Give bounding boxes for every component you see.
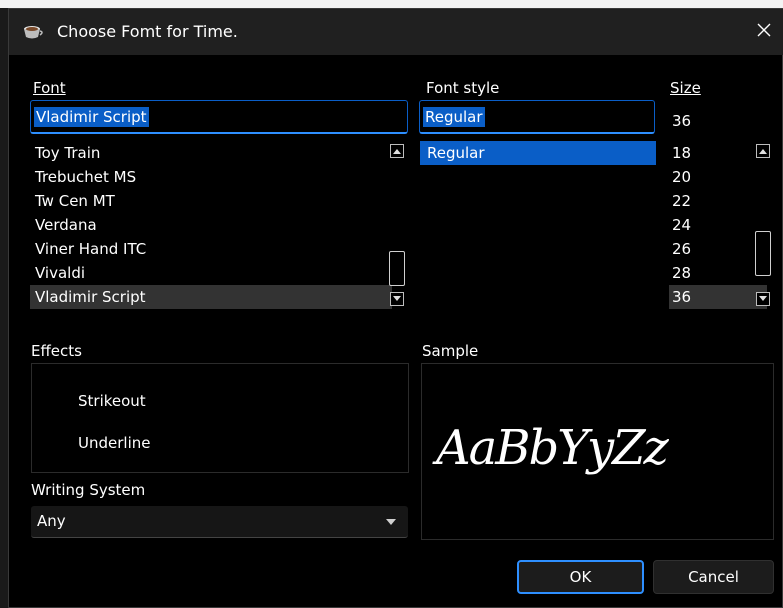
list-item[interactable]: Verdana <box>30 213 380 237</box>
sample-label: Sample <box>422 342 479 360</box>
chevron-up-icon <box>393 149 401 154</box>
chevron-up-icon <box>759 149 767 154</box>
font-style-list[interactable]: Regular <box>420 141 656 317</box>
title-bar: Choose Fomt for Time. <box>9 9 783 55</box>
size-input[interactable]: 36 <box>672 112 691 130</box>
cancel-button[interactable]: Cancel <box>653 560 774 594</box>
chevron-down-icon <box>386 519 396 525</box>
sample-preview-box: AaBbYyZz <box>421 363 774 540</box>
list-item[interactable]: 20 <box>669 165 749 189</box>
size-label: Size <box>670 79 701 97</box>
font-scroll-up-button[interactable] <box>390 144 404 158</box>
font-style-input[interactable]: Regular <box>419 100 655 134</box>
writing-system-value: Any <box>37 512 66 530</box>
font-scroll-down-button[interactable] <box>390 292 404 306</box>
writing-system-label: Writing System <box>31 481 146 499</box>
chevron-down-icon <box>393 296 401 301</box>
font-scroll-thumb[interactable] <box>389 251 405 286</box>
close-button[interactable] <box>744 9 783 55</box>
list-item[interactable]: Tw Cen MT <box>30 189 380 213</box>
writing-system-dropdown[interactable]: Any <box>31 506 408 538</box>
sample-text: AaBbYyZz <box>436 420 669 476</box>
effects-groupbox: Strikeout Underline <box>31 363 409 473</box>
font-style-label: Font style <box>426 79 500 97</box>
font-label: Font <box>33 79 66 97</box>
list-item-selected[interactable]: Regular <box>420 141 656 165</box>
dialog-title: Choose Fomt for Time. <box>57 22 238 41</box>
font-dialog: Choose Fomt for Time. Font Vladimir Scri… <box>8 8 783 608</box>
font-input[interactable]: Vladimir Script <box>30 100 408 134</box>
list-item[interactable]: 26 <box>669 237 749 261</box>
font-input-value: Vladimir Script <box>34 107 149 127</box>
list-item-selected[interactable]: Vladimir Script <box>30 285 392 309</box>
list-item[interactable]: Vivaldi <box>30 261 380 285</box>
size-scroll-up-button[interactable] <box>756 144 770 158</box>
strikeout-checkbox[interactable]: Strikeout <box>78 392 146 410</box>
coffee-cup-icon <box>23 23 43 41</box>
ok-button[interactable]: OK <box>517 560 644 594</box>
size-scroll-down-button[interactable] <box>756 292 770 306</box>
list-item[interactable]: Viner Hand ITC <box>30 237 380 261</box>
font-list[interactable]: Toy Train Trebuchet MS Tw Cen MT Verdana… <box>30 141 408 317</box>
list-item[interactable]: 24 <box>669 213 749 237</box>
effects-label: Effects <box>31 342 82 360</box>
list-item[interactable]: Toy Train <box>30 141 380 165</box>
list-item[interactable]: Trebuchet MS <box>30 165 380 189</box>
list-item[interactable]: 28 <box>669 261 749 285</box>
list-item[interactable]: 22 <box>669 189 749 213</box>
size-list[interactable]: 18 20 22 24 26 28 36 <box>669 141 769 317</box>
background-window-strip <box>0 0 783 8</box>
list-item[interactable]: 18 <box>669 141 749 165</box>
chevron-down-icon <box>759 296 767 301</box>
list-item-selected[interactable]: 36 <box>669 285 767 309</box>
underline-checkbox[interactable]: Underline <box>78 434 150 452</box>
size-scroll-thumb[interactable] <box>755 231 771 276</box>
close-icon <box>756 22 772 42</box>
font-style-input-value: Regular <box>423 107 485 127</box>
